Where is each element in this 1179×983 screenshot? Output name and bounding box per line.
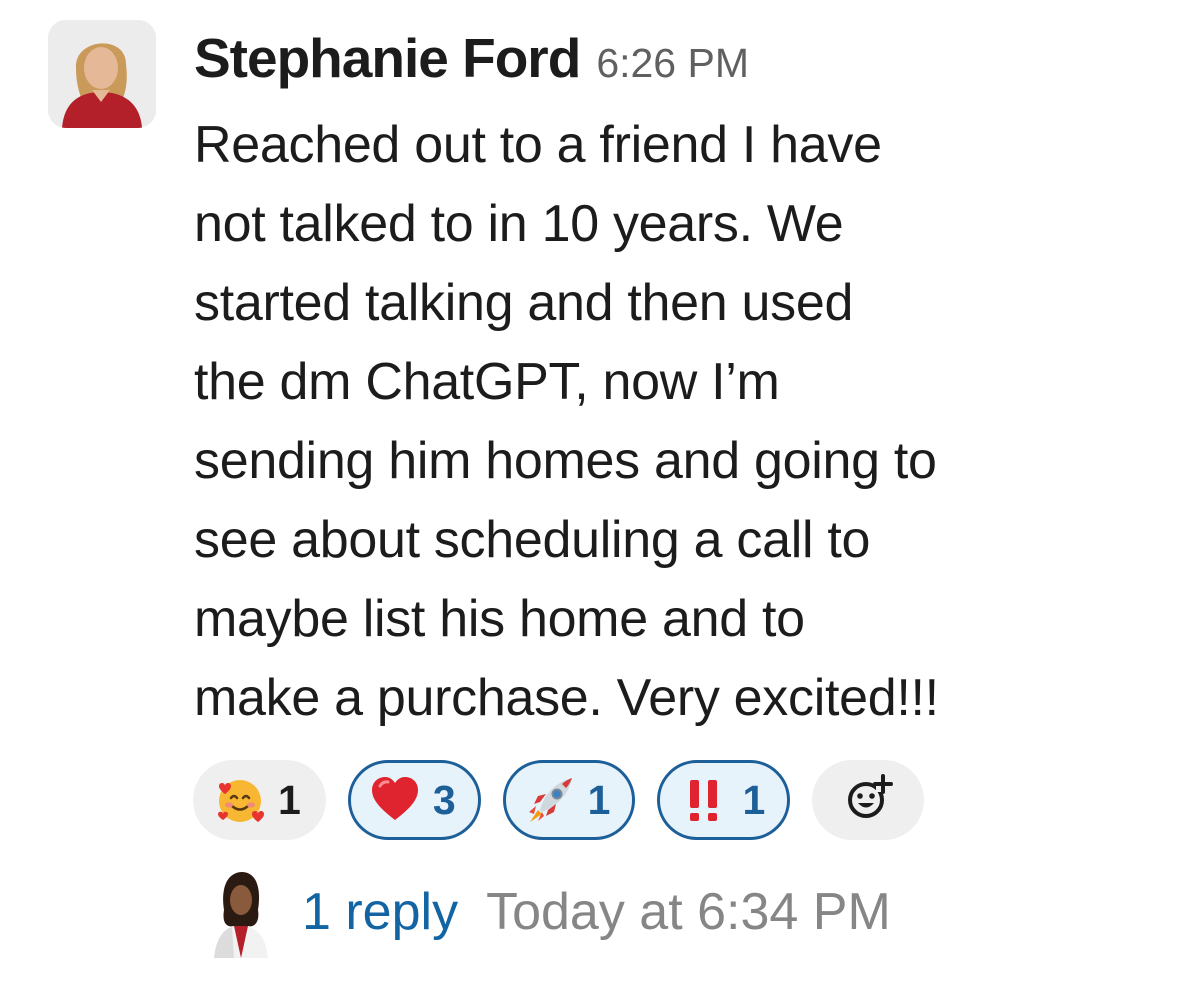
smiling-face-with-hearts-icon — [214, 774, 266, 826]
message-header: Stephanie Ford 6:26 PM — [194, 26, 749, 90]
thread-summary[interactable]: 1 reply Today at 6:34 PM — [208, 866, 891, 958]
add-reaction-icon — [842, 772, 894, 829]
reaction-double-exclamation[interactable]: 1 — [657, 760, 791, 840]
sender-name[interactable]: Stephanie Ford — [194, 26, 581, 90]
add-reaction-button[interactable] — [812, 760, 925, 840]
reply-avatar — [208, 866, 274, 958]
reaction-count: 3 — [432, 776, 456, 823]
reaction-smiling-face-with-hearts[interactable]: 1 — [193, 760, 326, 840]
sender-avatar[interactable] — [48, 20, 156, 128]
reaction-rocket[interactable]: 1 — [502, 760, 636, 840]
rocket-icon — [524, 774, 576, 826]
double-exclamation-icon — [678, 774, 730, 826]
reply-count-link[interactable]: 1 reply — [302, 882, 458, 942]
red-heart-icon — [369, 774, 421, 826]
reaction-bar: 1 3 1 1 — [193, 760, 925, 840]
reaction-red-heart[interactable]: 3 — [347, 760, 481, 840]
message: Stephanie Ford 6:26 PM Reached out to a … — [0, 0, 1179, 983]
message-text: Reached out to a friend I have not talke… — [194, 116, 939, 727]
reaction-count: 1 — [742, 776, 766, 823]
reaction-count: 1 — [587, 776, 611, 823]
reaction-count: 1 — [278, 776, 301, 823]
last-reply-time: Today at 6:34 PM — [486, 883, 891, 941]
message-timestamp[interactable]: 6:26 PM — [596, 40, 749, 87]
